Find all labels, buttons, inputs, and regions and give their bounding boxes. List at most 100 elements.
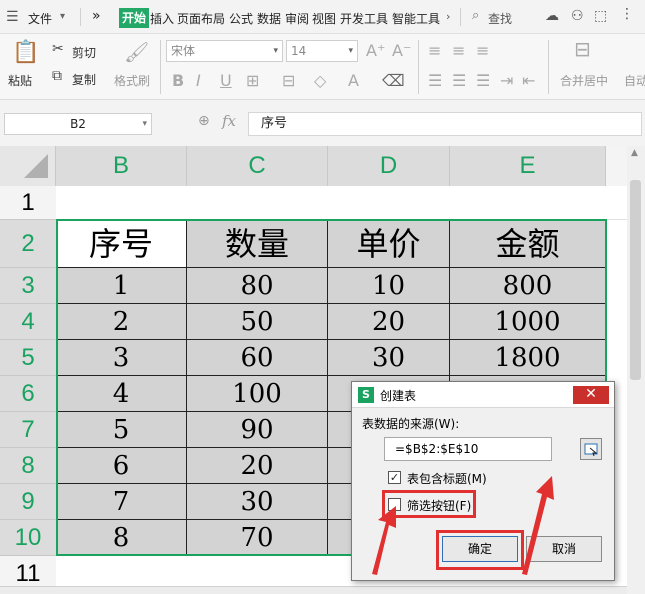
- menu-bar: ☰ 文件 ▾ » 开始 插入 页面布局 公式 数据 审阅 视图 开发工具 智能工…: [0, 0, 645, 34]
- dialog-title-bar: S 创建表 ✕: [352, 382, 614, 408]
- increase-font-icon[interactable]: A⁺: [366, 42, 385, 60]
- search-label[interactable]: 查找: [488, 10, 512, 27]
- column-header-f[interactable]: [606, 146, 627, 186]
- sheet-tab-strip: [0, 586, 627, 594]
- format-painter-button[interactable]: 格式刷: [114, 72, 150, 89]
- copy-icon[interactable]: ⧉: [52, 68, 62, 84]
- tab-formulas[interactable]: 公式: [229, 10, 253, 27]
- font-size-select[interactable]: 14 ▾: [286, 40, 358, 62]
- row-header-10[interactable]: 10: [0, 520, 56, 556]
- column-header-c[interactable]: C: [187, 146, 328, 186]
- align-left-icon[interactable]: ☰: [428, 72, 442, 90]
- tab-data[interactable]: 数据: [257, 10, 281, 27]
- copy-button[interactable]: 复制: [72, 71, 96, 88]
- name-box-value: B2: [70, 117, 86, 131]
- tab-insert[interactable]: 插入: [150, 10, 174, 27]
- tab-review[interactable]: 审阅: [285, 10, 309, 27]
- font-name-value: 宋体: [171, 44, 196, 58]
- row-header-3[interactable]: 3: [0, 268, 56, 304]
- source-label: 表数据的来源(W):: [362, 417, 460, 431]
- brush-icon[interactable]: 🖌: [124, 40, 149, 64]
- tab-smart-tools[interactable]: 智能工具: [392, 10, 440, 27]
- dialog-title: 创建表: [380, 389, 417, 403]
- merge-center-icon[interactable]: ⊟: [574, 39, 591, 59]
- annotation-highlight-box: [382, 490, 476, 518]
- cancel-button[interactable]: 取消: [526, 536, 602, 562]
- scroll-up-icon[interactable]: ▲: [631, 148, 638, 158]
- font-size-value: 14: [291, 44, 307, 58]
- formula-bar: B2 ▾ ⊕ fx 序号: [0, 100, 645, 146]
- corner-triangle-icon: [24, 154, 48, 178]
- share-icon[interactable]: ⚇: [571, 8, 584, 24]
- scroll-thumb[interactable]: [630, 180, 641, 380]
- scissors-icon[interactable]: ✂: [52, 41, 64, 57]
- align-bottom-icon[interactable]: ≡: [476, 42, 489, 60]
- fx-icon[interactable]: fx: [222, 112, 236, 130]
- has-headers-checkbox[interactable]: ✓: [388, 471, 401, 484]
- outdent-icon[interactable]: ⇤: [522, 72, 535, 90]
- row-header-2[interactable]: 2: [0, 220, 56, 268]
- has-headers-label[interactable]: 表包含标题(M): [407, 470, 487, 487]
- annotation-highlight-box: [436, 530, 524, 570]
- create-table-dialog: S 创建表 ✕ 表数据的来源(W): =$B$2:$E$10 ✓ 表包含标题(M…: [351, 381, 615, 581]
- more-icon[interactable]: ⋮: [620, 6, 634, 22]
- italic-icon[interactable]: I: [196, 72, 201, 90]
- zoom-icon[interactable]: ⊕: [198, 113, 210, 129]
- underline-icon[interactable]: U: [220, 72, 232, 90]
- column-header-b[interactable]: B: [56, 146, 187, 186]
- font-color-icon[interactable]: A: [348, 72, 359, 90]
- range-picker-button[interactable]: [580, 438, 602, 460]
- vertical-scrollbar[interactable]: ▲: [627, 146, 645, 594]
- row-header-6[interactable]: 6: [0, 376, 56, 412]
- outline-icon[interactable]: ⬚: [594, 8, 607, 24]
- more-tabs-button[interactable]: »: [92, 8, 101, 24]
- tab-page-layout[interactable]: 页面布局: [177, 10, 225, 27]
- chevron-right-icon[interactable]: ›: [446, 10, 450, 23]
- column-header-e[interactable]: E: [450, 146, 606, 186]
- name-box[interactable]: B2 ▾: [4, 113, 152, 135]
- range-picker-icon: [584, 443, 598, 457]
- cut-button[interactable]: 剪切: [72, 44, 96, 61]
- ribbon-toolbar: 📋 粘贴 ✂ 剪切 ⧉ 复制 🖌 格式刷 宋体 ▾ 14 ▾ A⁺ A⁻ B I…: [0, 34, 645, 100]
- auto-wrap-button[interactable]: 自动: [624, 72, 645, 89]
- formula-input[interactable]: 序号: [248, 112, 642, 136]
- row-header-7[interactable]: 7: [0, 412, 56, 448]
- menu-grid-icon[interactable]: ☰: [6, 9, 19, 25]
- decrease-font-icon[interactable]: A⁻: [392, 42, 411, 60]
- merge-center-button[interactable]: 合并居中: [560, 72, 608, 89]
- tab-view[interactable]: 视图: [312, 10, 336, 27]
- cloud-icon[interactable]: ☁: [545, 8, 559, 24]
- tab-home[interactable]: 开始: [119, 8, 150, 28]
- align-middle-icon[interactable]: ≡: [452, 42, 465, 60]
- row-header-4[interactable]: 4: [0, 304, 56, 340]
- merge-cells-icon[interactable]: ⊟: [282, 72, 295, 90]
- close-button[interactable]: ✕: [573, 386, 609, 404]
- chevron-down-icon: ▾: [142, 119, 147, 129]
- align-top-icon[interactable]: ≡: [428, 42, 441, 60]
- indent-icon[interactable]: ⇥: [500, 72, 513, 90]
- bold-icon[interactable]: B: [172, 72, 184, 90]
- chevron-down-icon: ▾: [348, 46, 353, 56]
- row-header-1[interactable]: 1: [0, 186, 56, 220]
- wps-logo-icon: S: [358, 387, 374, 403]
- search-icon[interactable]: ⌕: [472, 8, 479, 23]
- chevron-down-icon[interactable]: ▾: [60, 11, 65, 22]
- chevron-down-icon: ▾: [273, 46, 278, 56]
- paste-icon[interactable]: 📋: [12, 40, 39, 65]
- align-right-icon[interactable]: ☰: [476, 72, 490, 90]
- source-range-input[interactable]: =$B$2:$E$10: [384, 437, 552, 461]
- fill-color-icon[interactable]: ◇: [314, 72, 326, 90]
- tab-developer[interactable]: 开发工具: [340, 10, 388, 27]
- row-header-5[interactable]: 5: [0, 340, 56, 376]
- select-all-corner[interactable]: [0, 146, 56, 186]
- border-icon[interactable]: ⊞: [246, 72, 259, 90]
- paste-button[interactable]: 粘贴: [8, 72, 32, 89]
- eraser-icon[interactable]: ⌫: [382, 72, 405, 90]
- align-center-icon[interactable]: ☰: [452, 72, 466, 90]
- menu-file[interactable]: 文件: [28, 10, 52, 27]
- font-name-select[interactable]: 宋体 ▾: [166, 40, 283, 62]
- row-1-cells[interactable]: [56, 186, 627, 220]
- row-header-8[interactable]: 8: [0, 448, 56, 484]
- row-header-9[interactable]: 9: [0, 484, 56, 520]
- column-header-d[interactable]: D: [328, 146, 450, 186]
